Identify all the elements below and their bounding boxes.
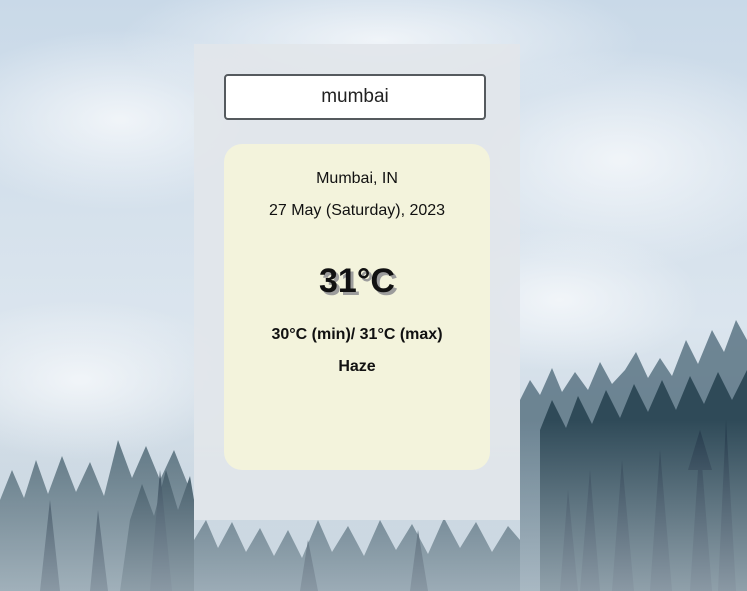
min-max-temperature: 30°C (min)/ 31°C (max) xyxy=(271,326,443,343)
weather-card: Mumbai, IN 27 May (Saturday), 2023 31°C … xyxy=(194,44,520,520)
weather-app-page: Mumbai, IN 27 May (Saturday), 2023 31°C … xyxy=(0,0,747,591)
date-label: 27 May (Saturday), 2023 xyxy=(268,202,446,219)
city-search-input[interactable] xyxy=(224,74,486,120)
weather-info-panel: Mumbai, IN 27 May (Saturday), 2023 31°C … xyxy=(224,144,490,470)
weather-condition: Haze xyxy=(338,358,376,375)
current-temperature: 31°C xyxy=(319,262,395,300)
location-label: Mumbai, IN xyxy=(316,170,398,187)
